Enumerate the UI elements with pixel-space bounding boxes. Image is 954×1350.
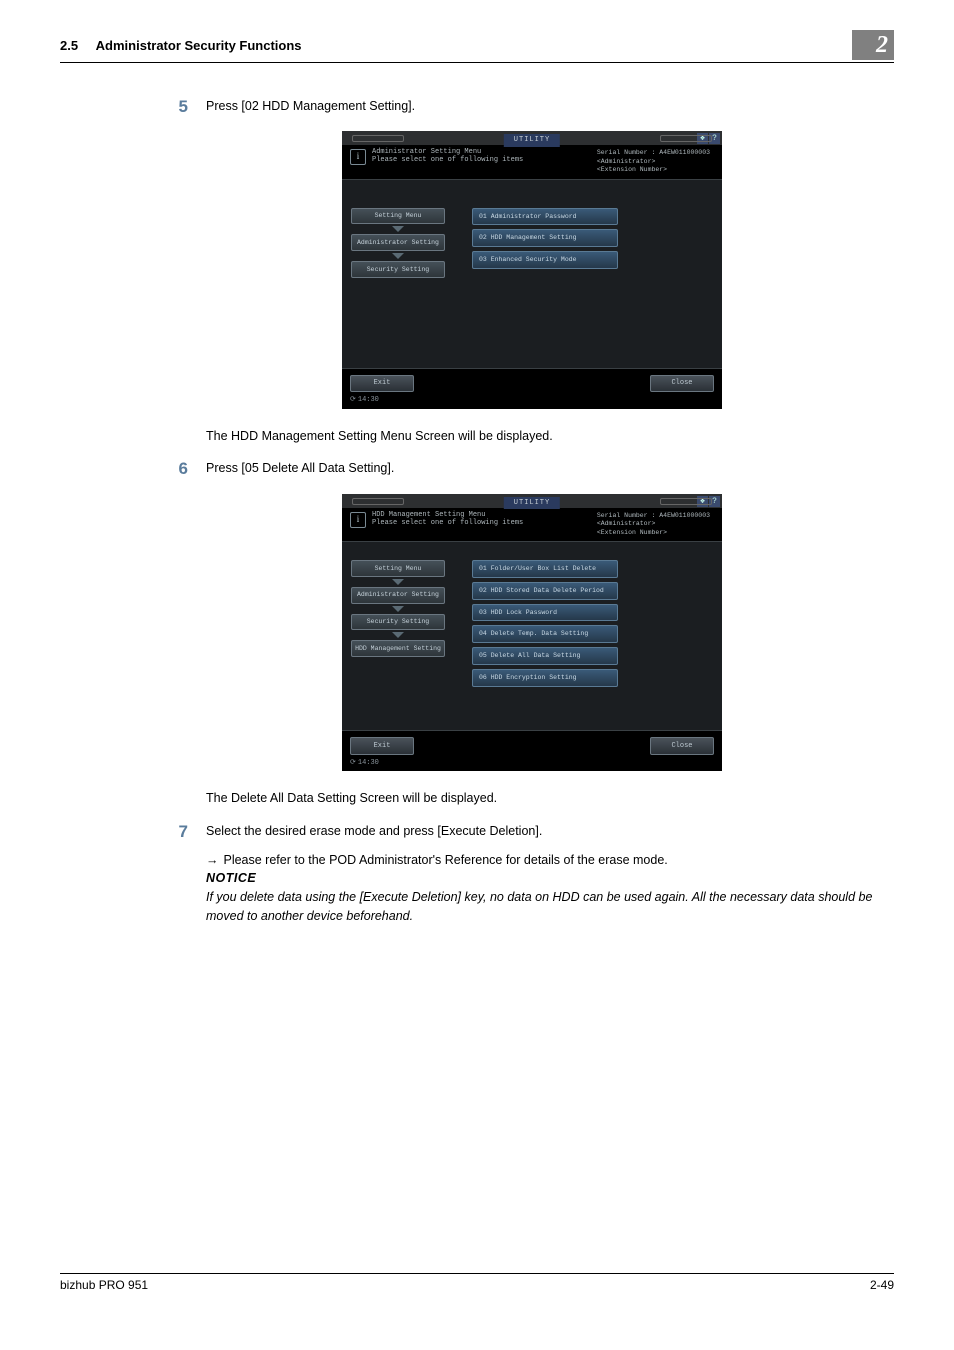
breadcrumb-button[interactable]: HDD Management Setting bbox=[351, 640, 445, 657]
breadcrumb-button[interactable]: Setting Menu bbox=[351, 560, 445, 577]
clock: 14:30 bbox=[342, 757, 722, 772]
ext-line: <Extension Number> bbox=[597, 166, 667, 173]
screen-title-line2: Please select one of following items bbox=[372, 520, 523, 528]
memory-icon: ❖ bbox=[697, 133, 708, 144]
step-number: 6 bbox=[170, 459, 188, 479]
chevron-down-icon bbox=[392, 253, 404, 259]
utility-label: UTILITY bbox=[504, 497, 560, 510]
admin-line: <Administrator> bbox=[597, 520, 656, 527]
footer-page-number: 2-49 bbox=[870, 1278, 894, 1292]
step-result-text: The Delete All Data Setting Screen will … bbox=[170, 789, 894, 808]
memory-icon: ❖ bbox=[697, 496, 708, 507]
step-text: Press [02 HDD Management Setting]. bbox=[206, 97, 894, 116]
clock: 14:30 bbox=[342, 394, 722, 409]
menu-option-button[interactable]: 04 Delete Temp. Data Setting bbox=[472, 625, 618, 643]
page-footer: bizhub PRO 951 2-49 bbox=[60, 1273, 894, 1292]
exit-button[interactable]: Exit bbox=[350, 737, 414, 755]
breadcrumb-button[interactable]: Security Setting bbox=[351, 614, 445, 631]
menu-option-button[interactable]: 03 HDD Lock Password bbox=[472, 604, 618, 622]
help-icon: ? bbox=[709, 496, 720, 507]
section-heading: 2.5 Administrator Security Functions bbox=[60, 38, 302, 53]
screenshot-hdd-management-menu: UTILITY ❖? i HDD Management Setting Menu… bbox=[342, 494, 722, 771]
footer-model: bizhub PRO 951 bbox=[60, 1278, 148, 1292]
close-button[interactable]: Close bbox=[650, 737, 714, 755]
corner-icons: ❖? bbox=[697, 496, 720, 507]
utility-label: UTILITY bbox=[504, 134, 560, 147]
breadcrumb-button[interactable]: Setting Menu bbox=[351, 208, 445, 225]
screen-title-line2: Please select one of following items bbox=[372, 157, 523, 165]
help-icon: ? bbox=[709, 133, 720, 144]
info-icon: i bbox=[350, 512, 366, 528]
step-result-text: The HDD Management Setting Menu Screen w… bbox=[170, 427, 894, 446]
notice-text: If you delete data using the [Execute De… bbox=[206, 888, 894, 926]
exit-button[interactable]: Exit bbox=[350, 375, 414, 393]
chevron-down-icon bbox=[392, 226, 404, 232]
admin-line: <Administrator> bbox=[597, 158, 656, 165]
step-number: 7 bbox=[170, 822, 188, 842]
info-icon: i bbox=[350, 149, 366, 165]
notice-label: NOTICE bbox=[206, 869, 894, 888]
step-number: 5 bbox=[170, 97, 188, 117]
chapter-number-badge: 2 bbox=[852, 30, 894, 60]
arrow-right-icon: → bbox=[206, 851, 220, 870]
corner-icons: ❖? bbox=[697, 133, 720, 144]
step-substep-text: Please refer to the POD Administrator's … bbox=[223, 853, 667, 867]
section-title: Administrator Security Functions bbox=[96, 38, 302, 53]
chevron-down-icon bbox=[392, 632, 404, 638]
menu-option-button[interactable]: 02 HDD Management Setting bbox=[472, 229, 618, 247]
serial-label: Serial Number bbox=[597, 512, 648, 519]
menu-option-button[interactable]: 06 HDD Encryption Setting bbox=[472, 669, 618, 687]
close-button[interactable]: Close bbox=[650, 375, 714, 393]
menu-option-button[interactable]: 05 Delete All Data Setting bbox=[472, 647, 618, 665]
step-text: Press [05 Delete All Data Setting]. bbox=[206, 459, 894, 478]
serial-value: A4EW011000003 bbox=[659, 512, 710, 519]
breadcrumb-button[interactable]: Administrator Setting bbox=[351, 587, 445, 604]
menu-option-button[interactable]: 02 HDD Stored Data Delete Period bbox=[472, 582, 618, 600]
chevron-down-icon bbox=[392, 579, 404, 585]
step-text: Select the desired erase mode and press … bbox=[206, 822, 894, 841]
ext-line: <Extension Number> bbox=[597, 529, 667, 536]
breadcrumb-button[interactable]: Security Setting bbox=[351, 261, 445, 278]
menu-option-button[interactable]: 01 Administrator Password bbox=[472, 208, 618, 226]
chevron-down-icon bbox=[392, 606, 404, 612]
menu-option-button[interactable]: 03 Enhanced Security Mode bbox=[472, 251, 618, 269]
section-number: 2.5 bbox=[60, 38, 78, 53]
screenshot-admin-setting-menu: UTILITY ❖? i Administrator Setting Menu … bbox=[342, 131, 722, 408]
breadcrumb-button[interactable]: Administrator Setting bbox=[351, 234, 445, 251]
serial-label: Serial Number bbox=[597, 149, 648, 156]
page-header: 2.5 Administrator Security Functions 2 bbox=[60, 30, 894, 63]
menu-option-button[interactable]: 01 Folder/User Box List Delete bbox=[472, 560, 618, 578]
serial-value: A4EW011000003 bbox=[659, 149, 710, 156]
